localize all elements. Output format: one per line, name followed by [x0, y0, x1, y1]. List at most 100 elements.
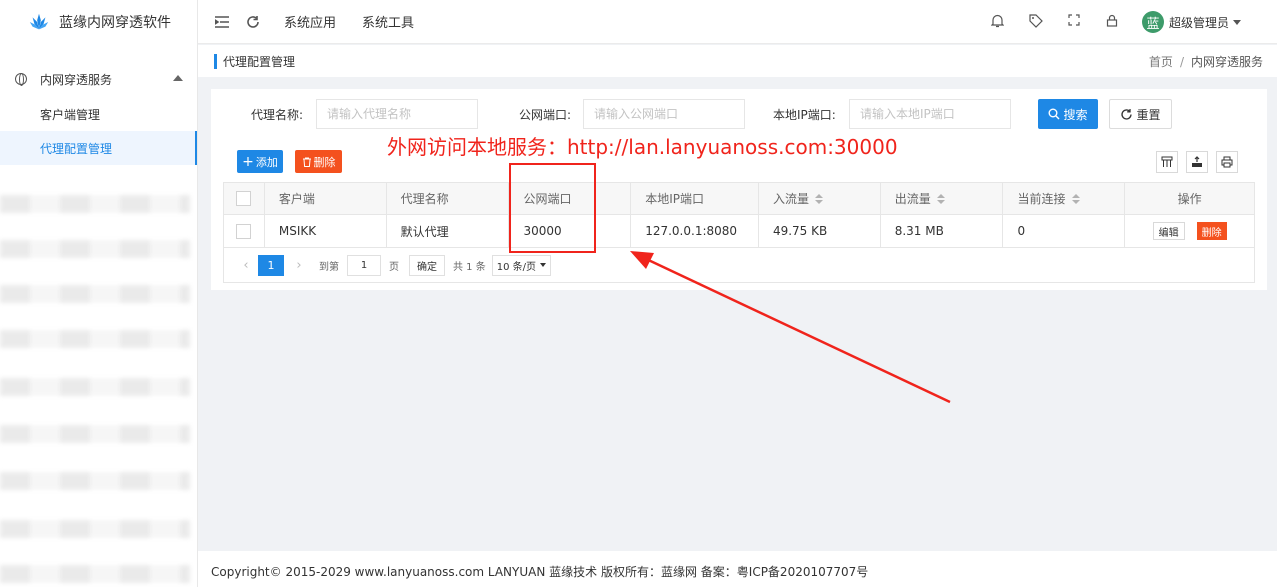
- collapse-menu-icon[interactable]: [215, 15, 229, 29]
- export-icon[interactable]: [1186, 151, 1208, 173]
- sort-icon[interactable]: [1071, 193, 1080, 204]
- print-icon[interactable]: [1216, 151, 1238, 173]
- globe-icon: [15, 73, 27, 86]
- refresh-icon[interactable]: [246, 15, 260, 29]
- edit-button[interactable]: 编辑: [1152, 222, 1185, 240]
- sidebar-group-tunnel-service[interactable]: 内网穿透服务: [0, 61, 197, 97]
- header-outbound-label: 出流量: [894, 192, 931, 206]
- breadcrumb-home[interactable]: 首页: [1149, 55, 1173, 69]
- annotation-highlight-box: [509, 163, 596, 253]
- cell-outbound: 8.31 MB: [881, 215, 1004, 247]
- cell-proxy-name: 默认代理: [387, 215, 510, 247]
- table-header-row: 客户端 代理名称 公网端口 本地IP端口 入流量 出流量 当前连接 操作: [224, 183, 1254, 215]
- header-inbound[interactable]: 入流量: [759, 183, 881, 214]
- lock-icon[interactable]: [1104, 14, 1120, 30]
- header-checkbox-cell: [224, 183, 265, 214]
- chevron-right-icon[interactable]: ›: [287, 258, 311, 273]
- total-count: 共 1 条: [453, 261, 486, 273]
- table-tools: [1156, 151, 1238, 173]
- public-port-input[interactable]: [583, 99, 745, 129]
- annotation-text: 外网访问本地服务：http://lan.lanyuanoss.com:30000: [387, 135, 898, 159]
- chevron-down-icon: [540, 263, 547, 267]
- local-ip-port-label: 本地IP端口:: [773, 108, 836, 122]
- breadcrumb: 首页 / 内网穿透服务: [1149, 53, 1263, 70]
- header-connections-label: 当前连接: [1017, 192, 1066, 206]
- public-port-label: 公网端口:: [519, 108, 572, 122]
- breadcrumb-current: 内网穿透服务: [1190, 54, 1263, 69]
- page-1-button[interactable]: 1: [258, 254, 284, 276]
- reset-button-label: 重置: [1136, 107, 1161, 122]
- local-ip-port-input[interactable]: [849, 99, 1011, 129]
- breadcrumb-bar: 代理配置管理 首页 / 内网穿透服务: [198, 45, 1277, 77]
- sort-icon[interactable]: [814, 193, 823, 204]
- row-checkbox[interactable]: [236, 223, 252, 239]
- goto-page-input[interactable]: [347, 254, 381, 276]
- header-local-ip-port: 本地IP端口: [631, 183, 759, 214]
- blurred-menu-item: [0, 240, 190, 258]
- header-proxy-name: 代理名称: [387, 183, 510, 214]
- search-form: 代理名称: 公网端口: 本地IP端口: 搜索 重置: [211, 99, 1267, 129]
- blurred-menu-item: [0, 425, 190, 443]
- header-outbound[interactable]: 出流量: [881, 183, 1004, 214]
- app-logo[interactable]: 蓝缘内网穿透软件: [0, 0, 197, 44]
- header-inbound-label: 入流量: [772, 192, 809, 206]
- cell-local-ip-port: 127.0.0.1:8080: [631, 215, 759, 247]
- trash-icon: [302, 157, 311, 167]
- blurred-menu-item: [0, 195, 190, 213]
- caret-up-icon: [173, 75, 183, 81]
- blurred-menu-item: [0, 330, 190, 348]
- breadcrumb-separator: /: [1179, 54, 1184, 69]
- delete-button-label: 删除: [313, 155, 336, 169]
- page-unit-label: 页: [389, 261, 399, 273]
- cell-inbound: 49.75 KB: [759, 215, 881, 247]
- plus-icon: +: [242, 153, 254, 170]
- cell-connections: 0: [1003, 215, 1126, 247]
- chevron-left-icon[interactable]: ‹: [234, 258, 258, 273]
- sidebar-group-label: 内网穿透服务: [40, 72, 113, 87]
- reset-icon: [1121, 108, 1133, 120]
- user-name[interactable]: 超级管理员: [1169, 14, 1229, 31]
- sidebar: 蓝缘内网穿透软件 内网穿透服务 客户端管理 代理配置管理: [0, 0, 198, 587]
- bell-icon[interactable]: [990, 14, 1006, 30]
- search-button-label: 搜索: [1063, 107, 1088, 122]
- user-avatar[interactable]: 蓝: [1141, 11, 1164, 33]
- user-dropdown-icon[interactable]: [1233, 19, 1241, 25]
- reset-button[interactable]: 重置: [1109, 99, 1172, 129]
- title-accent-bar: [214, 53, 217, 69]
- sidebar-item-proxy-config[interactable]: 代理配置管理: [0, 131, 197, 165]
- cell-actions: 编辑 删除: [1125, 215, 1254, 247]
- header-actions: 操作: [1177, 192, 1202, 206]
- app-title: 蓝缘内网穿透软件: [59, 15, 171, 31]
- header-connections[interactable]: 当前连接: [1003, 183, 1126, 214]
- header-client: 客户端: [265, 183, 387, 214]
- fullscreen-icon[interactable]: [1066, 14, 1082, 30]
- add-button-label: 添加: [255, 155, 278, 169]
- blurred-menu-item: [0, 285, 190, 303]
- proxy-name-input[interactable]: [316, 99, 478, 129]
- table-row: MSIKK 默认代理 30000 127.0.0.1:8080 49.75 KB…: [224, 215, 1254, 248]
- top-menu-system-apps[interactable]: 系统应用: [284, 12, 336, 31]
- columns-filter-icon[interactable]: [1156, 151, 1178, 173]
- row-checkbox-cell: [224, 215, 265, 247]
- search-icon: [1048, 108, 1060, 120]
- top-menu-system-tools[interactable]: 系统工具: [362, 12, 414, 31]
- add-button[interactable]: + 添加: [237, 150, 283, 173]
- blurred-menu-item: [0, 520, 190, 538]
- page-size-value: 10 条/页: [496, 261, 537, 273]
- blurred-menu-item: [0, 378, 190, 396]
- blurred-menu-item: [0, 472, 190, 490]
- blurred-menu-item: [0, 565, 190, 583]
- annotation-arrow: [630, 251, 951, 404]
- search-button[interactable]: 搜索: [1038, 99, 1098, 129]
- proxy-name-label: 代理名称:: [251, 108, 304, 122]
- delete-button[interactable]: 删除: [295, 150, 342, 173]
- row-delete-button[interactable]: 删除: [1196, 222, 1227, 240]
- logo-icon: [29, 13, 49, 30]
- sidebar-item-client-management[interactable]: 客户端管理: [0, 97, 197, 131]
- page-size-select[interactable]: 10 条/页: [491, 254, 552, 276]
- goto-confirm-button[interactable]: 确定: [409, 254, 445, 276]
- sort-icon[interactable]: [936, 193, 945, 204]
- select-all-checkbox[interactable]: [236, 191, 252, 206]
- tag-icon[interactable]: [1028, 14, 1044, 30]
- cell-client: MSIKK: [265, 215, 387, 247]
